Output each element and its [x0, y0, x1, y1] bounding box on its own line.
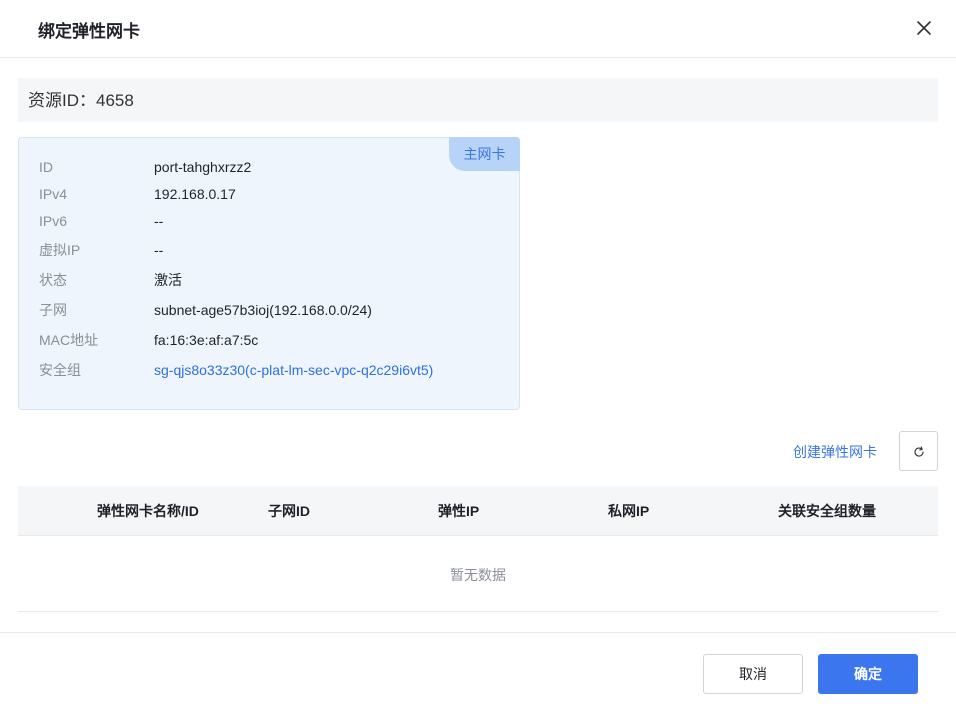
dialog-footer: 取消 确定 — [0, 632, 956, 710]
card-row-value: 192.168.0.17 — [154, 186, 236, 202]
card-row-key: 子网 — [39, 302, 67, 318]
card-row-key: IPv6 — [39, 213, 68, 229]
primary-nic-badge: 主网卡 — [449, 137, 520, 171]
card-row-key: MAC地址 — [39, 332, 99, 348]
dialog-title: 绑定弹性网卡 — [38, 22, 140, 41]
column-header-eni-name: 弹性网卡名称/ID — [97, 503, 199, 519]
column-header-subnet-id: 子网ID — [268, 503, 310, 519]
card-row-value: 激活 — [154, 272, 182, 288]
card-row-value: port-tahghxrzz2 — [154, 159, 252, 175]
confirm-button[interactable]: 确定 — [818, 654, 918, 694]
resource-id: 资源ID：4658 — [28, 91, 134, 110]
dialog-header: 绑定弹性网卡 — [0, 0, 956, 58]
cancel-button[interactable]: 取消 — [703, 654, 803, 694]
bind-eni-dialog: 绑定弹性网卡 资源ID：4658 主网卡 ID port-tahghxrzz2 … — [0, 0, 956, 710]
card-row-key: 虚拟IP — [39, 242, 81, 258]
card-row-value: -- — [154, 242, 164, 258]
column-header-security-group-count: 关联安全组数量 — [778, 503, 876, 519]
primary-nic-card: 主网卡 ID port-tahghxrzz2 IPv4 192.168.0.17… — [18, 137, 520, 410]
close-icon — [917, 21, 931, 35]
column-header-private-ip: 私网IP — [608, 503, 650, 519]
column-header-elastic-ip: 弹性IP — [438, 503, 480, 519]
resource-bar: 资源ID：4658 — [18, 78, 938, 122]
card-row-key: IPv4 — [39, 186, 68, 202]
create-eni-link[interactable]: 创建弹性网卡 — [793, 442, 877, 462]
card-row-key: 状态 — [39, 272, 67, 288]
eni-table-body: 暂无数据 — [18, 537, 938, 612]
eni-table-header: 弹性网卡名称/ID 子网ID 弹性IP 私网IP 关联安全组数量 — [18, 486, 938, 536]
card-row-value: fa:16:3e:af:a7:5c — [154, 332, 259, 348]
refresh-icon — [914, 446, 924, 457]
refresh-button[interactable] — [899, 431, 938, 471]
security-group-link[interactable]: sg-qjs8o33z30(c-plat-lm-sec-vpc-q2c29i6v… — [154, 360, 433, 380]
card-row-key: ID — [39, 159, 53, 175]
empty-state-text: 暂无数据 — [450, 567, 506, 583]
card-row-key: 安全组 — [39, 362, 81, 378]
close-button[interactable] — [912, 16, 936, 40]
card-row-value: subnet-age57b3ioj(192.168.0.0/24) — [154, 302, 372, 318]
card-row-value: -- — [154, 213, 164, 229]
